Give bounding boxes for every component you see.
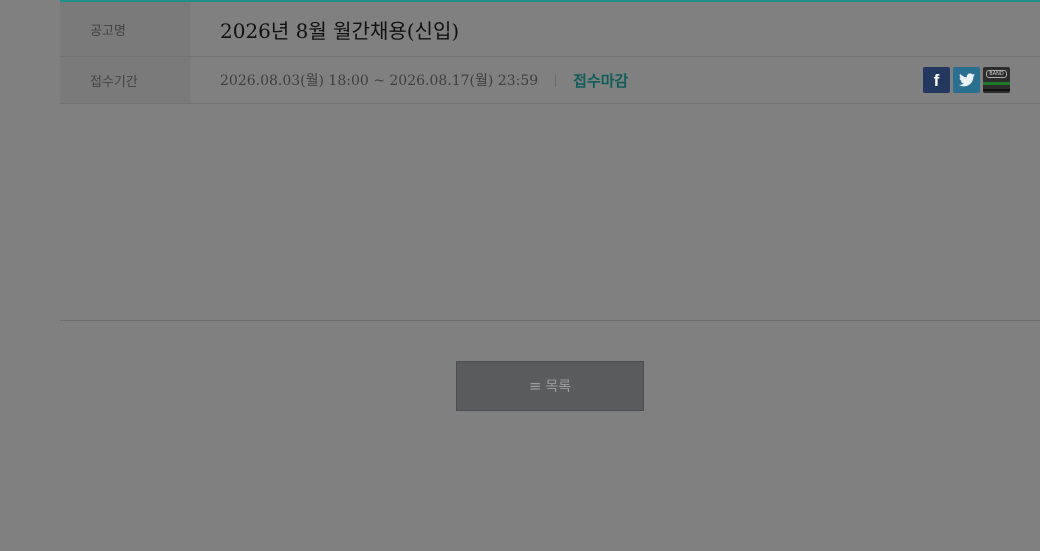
divider [555, 73, 557, 87]
page: 공고명 2026년 8월 월간채용(신입) 접수기간 2026.08.03(월)… [0, 0, 1040, 551]
facebook-share-button[interactable]: f [923, 67, 950, 93]
twitter-share-button[interactable] [953, 67, 980, 93]
posting-content [60, 104, 1040, 321]
period-cell: 2026.08.03(월) 18:00 ~ 2026.08.17(월) 23:5… [190, 57, 1040, 103]
band-icon: BAND [986, 70, 1007, 78]
list-button[interactable]: ≡ 목록 [456, 361, 644, 411]
band-stripe-dark [983, 89, 1010, 91]
posting-title: 2026년 8월 월간채용(신입) [220, 18, 460, 43]
application-period: 2026.08.03(월) 18:00 ~ 2026.08.17(월) 23:5… [220, 73, 539, 89]
share-buttons: f BAND [923, 67, 1010, 93]
list-icon: ≡ [528, 377, 542, 395]
list-button-label: 목록 [545, 379, 572, 395]
period-label: 접수기간 [60, 57, 190, 103]
band-stripe [983, 82, 1010, 85]
period-row: 접수기간 2026.08.03(월) 18:00 ~ 2026.08.17(월)… [60, 57, 1040, 104]
recruitment-info-table: 공고명 2026년 8월 월간채용(신입) 접수기간 2026.08.03(월)… [60, 0, 1040, 104]
title-row: 공고명 2026년 8월 월간채용(신입) [60, 2, 1040, 57]
status-badge: 접수마감 [573, 71, 629, 90]
title-cell: 2026년 8월 월간채용(신입) [190, 2, 1040, 56]
facebook-icon: f [933, 70, 940, 90]
twitter-icon [958, 73, 975, 87]
band-share-button[interactable]: BAND [983, 67, 1010, 93]
title-label: 공고명 [60, 2, 190, 56]
